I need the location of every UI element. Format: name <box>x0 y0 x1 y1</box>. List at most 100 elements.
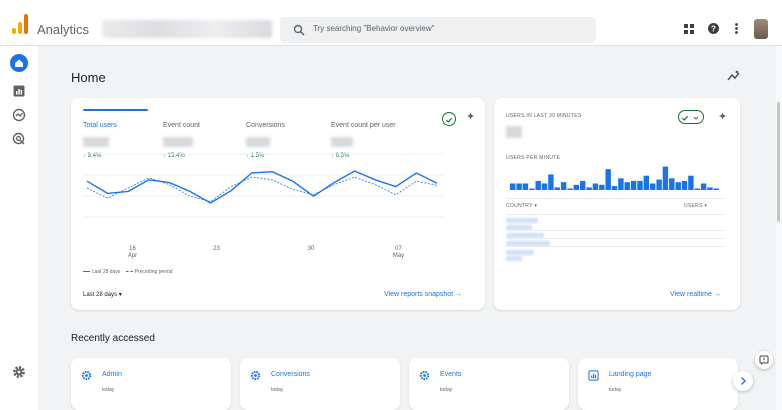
metric-label: Conversions <box>246 122 285 129</box>
country-row <box>506 250 534 255</box>
divider <box>506 214 724 215</box>
data-quality-check-icon[interactable] <box>442 112 456 126</box>
x-tick-day: 07 <box>395 246 402 252</box>
recent-card-time: today <box>271 387 284 393</box>
scrollbar-thumb[interactable] <box>777 102 780 222</box>
gear-icon <box>250 370 261 381</box>
analytics-logo-icon[interactable] <box>12 14 28 34</box>
x-tick-day: 23 <box>213 246 220 252</box>
recent-card-title: Admin <box>102 371 122 378</box>
realtime-bar <box>586 187 592 190</box>
country-row <box>506 256 522 261</box>
recent-card-time: today <box>440 387 453 393</box>
apps-grid-icon[interactable] <box>684 24 694 34</box>
nav-home-icon[interactable] <box>10 54 28 72</box>
realtime-bar <box>599 184 605 190</box>
realtime-bar <box>630 180 637 190</box>
realtime-user-count <box>506 126 522 138</box>
page-title: Home <box>71 70 106 85</box>
report-icon <box>588 370 599 381</box>
recent-card-title: Events <box>440 371 462 378</box>
tab-active-indicator <box>83 109 148 111</box>
realtime-bar <box>573 184 579 190</box>
series-line-preceding-period <box>86 176 438 203</box>
data-quality-dropdown[interactable] <box>678 110 704 124</box>
more-vert-icon[interactable] <box>735 23 738 34</box>
legend-previous-label: Preceding period <box>134 269 173 275</box>
realtime-bar <box>700 183 707 190</box>
page-scrollbar[interactable] <box>776 46 782 410</box>
realtime-bar <box>618 178 624 190</box>
date-range-selector[interactable]: Last 28 days ▾ <box>83 291 122 298</box>
arrow-right-icon: → <box>455 291 463 298</box>
legend-current-label: Last 28 days <box>92 269 121 275</box>
realtime-card: USERS IN LAST 30 MINUTES ✦ USERS PER MIN… <box>494 98 740 310</box>
nav-explore-icon[interactable] <box>10 106 28 124</box>
help-icon[interactable]: ? <box>708 23 719 34</box>
recent-card-admin[interactable]: Admin today <box>71 358 231 410</box>
top-bar: Analytics Try searching "Behavior overvi… <box>0 0 782 46</box>
recent-card-title: Conversions <box>271 371 310 378</box>
country-column-header[interactable]: COUNTRY ▾ <box>506 203 537 209</box>
realtime-bar <box>522 183 529 190</box>
realtime-bar <box>541 183 548 190</box>
realtime-bar <box>637 180 643 190</box>
x-tick-day: 30 <box>308 246 315 252</box>
realtime-bar <box>643 175 649 190</box>
svg-text:?: ? <box>711 24 716 33</box>
carousel-next-button[interactable] <box>733 371 753 391</box>
view-reports-snapshot-label: View reports snapshot <box>384 291 454 298</box>
view-reports-snapshot-link[interactable]: View reports snapshot → <box>384 291 462 298</box>
recent-card-events[interactable]: Events today <box>409 358 569 410</box>
insights-icon[interactable] <box>727 69 741 83</box>
overview-card: Total users ↑ 9.4% Event count ↑ 15.4% C… <box>71 98 485 310</box>
trend-chart: 16Apr 23 30 07May <box>83 153 443 259</box>
realtime-bar <box>529 188 535 190</box>
realtime-bar <box>656 179 662 190</box>
legend-swatch-previous <box>125 271 133 273</box>
realtime-bar <box>554 187 560 190</box>
realtime-bar <box>662 166 669 190</box>
send-feedback-button[interactable] <box>755 351 773 369</box>
sparkle-insights-icon[interactable]: ✦ <box>466 110 475 123</box>
chart-legend: Last 28 days Preceding period <box>83 269 173 275</box>
recently-accessed-title: Recently accessed <box>71 333 155 344</box>
divider <box>506 230 724 231</box>
country-row <box>506 218 538 223</box>
nav-reports-icon[interactable] <box>10 82 28 100</box>
divider <box>506 198 724 199</box>
realtime-bar <box>669 178 675 190</box>
realtime-bar <box>688 175 694 190</box>
account-selector[interactable] <box>102 20 272 38</box>
users-column-header[interactable]: USERS ▾ <box>684 203 707 209</box>
chart-grid <box>83 153 443 218</box>
sparkle-insights-icon[interactable]: ✦ <box>718 110 727 123</box>
recent-card-time: today <box>609 387 622 393</box>
date-range-label: Last 28 days <box>83 292 118 298</box>
realtime-bar <box>548 174 554 190</box>
realtime-bar <box>624 182 630 190</box>
metric-label: Total users <box>83 122 117 129</box>
gear-icon <box>419 370 430 381</box>
search-icon <box>293 24 305 36</box>
avatar[interactable] <box>754 19 768 39</box>
realtime-bar <box>713 188 719 190</box>
realtime-bar <box>611 186 618 190</box>
country-column-label: COUNTRY <box>506 203 533 209</box>
app-title: Analytics <box>37 22 90 37</box>
search-bar[interactable]: Try searching "Behavior overview" <box>280 17 596 43</box>
nav-advertising-icon[interactable] <box>10 130 28 148</box>
admin-settings-gear-icon[interactable] <box>10 363 28 381</box>
series-line-last-28-days <box>86 170 438 204</box>
realtime-bar <box>560 182 567 190</box>
view-realtime-link[interactable]: View realtime → <box>670 291 721 298</box>
recent-card-landing-page[interactable]: Landing page today <box>578 358 738 410</box>
realtime-bar <box>516 183 522 190</box>
realtime-bar <box>580 180 586 190</box>
recent-card-conversions[interactable]: Conversions today <box>240 358 400 410</box>
search-input[interactable]: Try searching "Behavior overview" <box>313 24 434 33</box>
realtime-bar <box>567 188 573 190</box>
metric-value <box>163 137 193 147</box>
x-tick-day: 16 <box>129 246 136 252</box>
users-per-minute-bar-chart <box>510 166 719 190</box>
